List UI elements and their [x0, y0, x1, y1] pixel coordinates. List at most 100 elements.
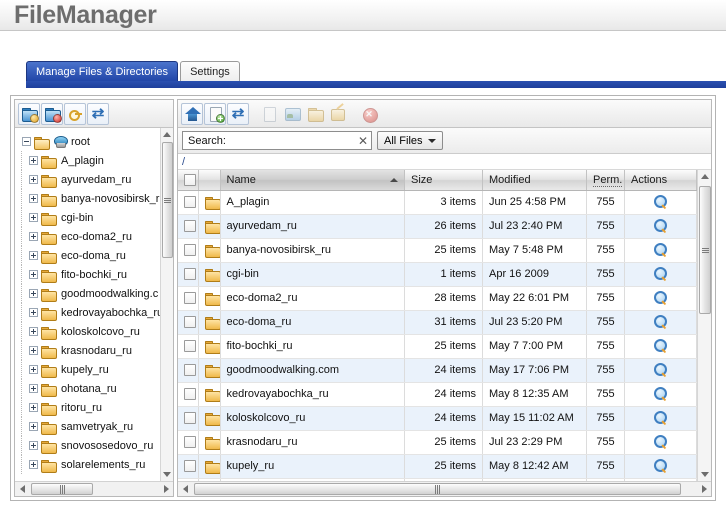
tree-node[interactable]: krasnodaru_ru [18, 341, 160, 360]
tree-node[interactable]: koloskolcovo_ru [18, 322, 160, 341]
table-row[interactable]: fito-bochki_ru 25 items May 7 7:00 PM 75… [178, 334, 697, 359]
compress-icon[interactable] [304, 103, 326, 125]
tab-manage-files[interactable]: Manage Files & Directories [26, 61, 179, 81]
scroll-right-icon[interactable] [697, 482, 711, 496]
breadcrumb-path[interactable]: / [182, 156, 185, 168]
tree-node-root[interactable]: root [18, 132, 160, 151]
view-details-icon[interactable] [653, 387, 668, 401]
row-select-cell[interactable] [178, 406, 199, 431]
row-checkbox[interactable] [184, 268, 196, 281]
grid-scroll-thumb[interactable] [699, 186, 711, 314]
row-checkbox[interactable] [184, 364, 196, 377]
column-header-modified[interactable]: Modified [482, 170, 587, 191]
select-all-checkbox[interactable] [184, 173, 196, 186]
tree-node[interactable]: eco-doma2_ru [18, 227, 160, 246]
tree-node[interactable]: A_plagin [18, 151, 160, 170]
row-select-cell[interactable] [178, 286, 199, 311]
refresh-icon[interactable]: ⇄ [227, 102, 249, 125]
tree-node[interactable]: ritoru_ru [18, 398, 160, 417]
tree-expander[interactable] [25, 384, 41, 393]
new-folder-icon[interactable] [204, 102, 226, 125]
permissions-icon[interactable] [64, 102, 86, 125]
refresh-tree-icon[interactable]: ⇄ [87, 102, 109, 125]
tree-expander[interactable] [25, 403, 41, 412]
column-header-actions[interactable]: Actions [624, 170, 697, 191]
table-row[interactable]: kupely_ru 25 items May 8 12:42 AM 755 [178, 454, 697, 479]
tree-expander[interactable] [25, 194, 41, 203]
row-select-cell[interactable] [178, 262, 199, 287]
tree-node[interactable]: samvetryak_ru [18, 417, 160, 436]
tree-node[interactable]: goodmoodwalking.c [18, 284, 160, 303]
tree-vertical-scrollbar[interactable] [160, 128, 173, 481]
tree-expander[interactable] [25, 232, 41, 241]
grid-vertical-scrollbar[interactable] [697, 170, 711, 481]
column-header-name[interactable]: Name [220, 170, 405, 191]
table-row[interactable]: koloskolcovo_ru 24 items May 15 11:02 AM… [178, 406, 697, 431]
row-checkbox[interactable] [184, 292, 196, 305]
row-checkbox[interactable] [184, 436, 196, 449]
row-select-cell[interactable] [178, 454, 199, 479]
tree-scroll-thumb[interactable] [162, 142, 173, 258]
row-actions[interactable] [624, 430, 697, 455]
table-row[interactable]: cgi-bin 1 items Apr 16 2009 755 [178, 262, 697, 287]
row-name[interactable]: banya-novosibirsk_ru [220, 238, 405, 263]
view-details-icon[interactable] [653, 243, 668, 257]
tree-expander[interactable] [25, 289, 41, 298]
view-details-icon[interactable] [653, 195, 668, 209]
row-select-cell[interactable] [178, 358, 199, 383]
clear-search-icon[interactable]: ✕ [357, 134, 369, 148]
tree-expander[interactable] [25, 441, 41, 450]
row-name[interactable]: kupely_ru [220, 454, 405, 479]
tree-expander[interactable] [25, 251, 41, 260]
row-actions[interactable] [624, 238, 697, 263]
column-header-perm[interactable]: Perm. [586, 170, 625, 191]
tree-node[interactable]: cgi-bin [18, 208, 160, 227]
view-details-icon[interactable] [653, 267, 668, 281]
tree-node[interactable]: solarelements_ru [18, 455, 160, 474]
tree-expander[interactable] [25, 422, 41, 431]
home-icon[interactable] [181, 102, 203, 125]
row-name[interactable]: eco-doma_ru [220, 310, 405, 335]
row-name[interactable]: koloskolcovo_ru [220, 406, 405, 431]
view-details-icon[interactable] [653, 435, 668, 449]
row-name[interactable]: krasnodaru_ru [220, 430, 405, 455]
tree-node[interactable]: banya-novosibirsk_ru [18, 189, 160, 208]
row-select-cell[interactable] [178, 430, 199, 455]
scroll-left-icon[interactable] [178, 482, 192, 496]
tree-expander[interactable] [25, 213, 41, 222]
delete-icon[interactable] [358, 103, 380, 125]
row-name[interactable]: A_plagin [220, 190, 405, 215]
tree-expander[interactable] [25, 365, 41, 374]
row-actions[interactable] [624, 310, 697, 335]
tree-node[interactable]: eco-doma_ru [18, 246, 160, 265]
tree-expander[interactable] [25, 460, 41, 469]
tree-expander[interactable] [25, 327, 41, 336]
rename-icon[interactable] [327, 103, 349, 125]
view-details-icon[interactable] [653, 363, 668, 377]
row-checkbox[interactable] [184, 244, 196, 257]
row-select-cell[interactable] [178, 310, 199, 335]
copy-icon[interactable] [258, 103, 280, 125]
row-name[interactable]: kedrovayabochka_ru [220, 382, 405, 407]
table-row[interactable]: ayurvedam_ru 26 items Jul 23 2:40 PM 755 [178, 214, 697, 239]
view-details-icon[interactable] [653, 339, 668, 353]
row-actions[interactable] [624, 358, 697, 383]
scroll-right-icon[interactable] [159, 482, 173, 496]
column-header-size[interactable]: Size [404, 170, 483, 191]
row-checkbox[interactable] [184, 316, 196, 329]
row-actions[interactable] [624, 454, 697, 479]
tree-expander[interactable] [25, 175, 41, 184]
tree-node[interactable]: snovososedovo_ru [18, 436, 160, 455]
row-checkbox[interactable] [184, 220, 196, 233]
table-row[interactable]: banya-novosibirsk_ru 25 items May 7 5:48… [178, 238, 697, 263]
table-row[interactable]: eco-doma_ru 31 items Jul 23 5:20 PM 755 [178, 310, 697, 335]
row-name[interactable]: fito-bochki_ru [220, 334, 405, 359]
grid-horizontal-scrollbar[interactable] [178, 481, 711, 496]
row-checkbox[interactable] [184, 340, 196, 353]
table-row[interactable]: krasnodaru_ru 25 items Jul 23 2:29 PM 75… [178, 430, 697, 455]
view-details-icon[interactable] [653, 291, 668, 305]
tree-hscroll-thumb[interactable] [31, 483, 93, 495]
scroll-down-icon[interactable] [698, 468, 711, 481]
scroll-left-icon[interactable] [15, 482, 29, 496]
row-select-cell[interactable] [178, 382, 199, 407]
